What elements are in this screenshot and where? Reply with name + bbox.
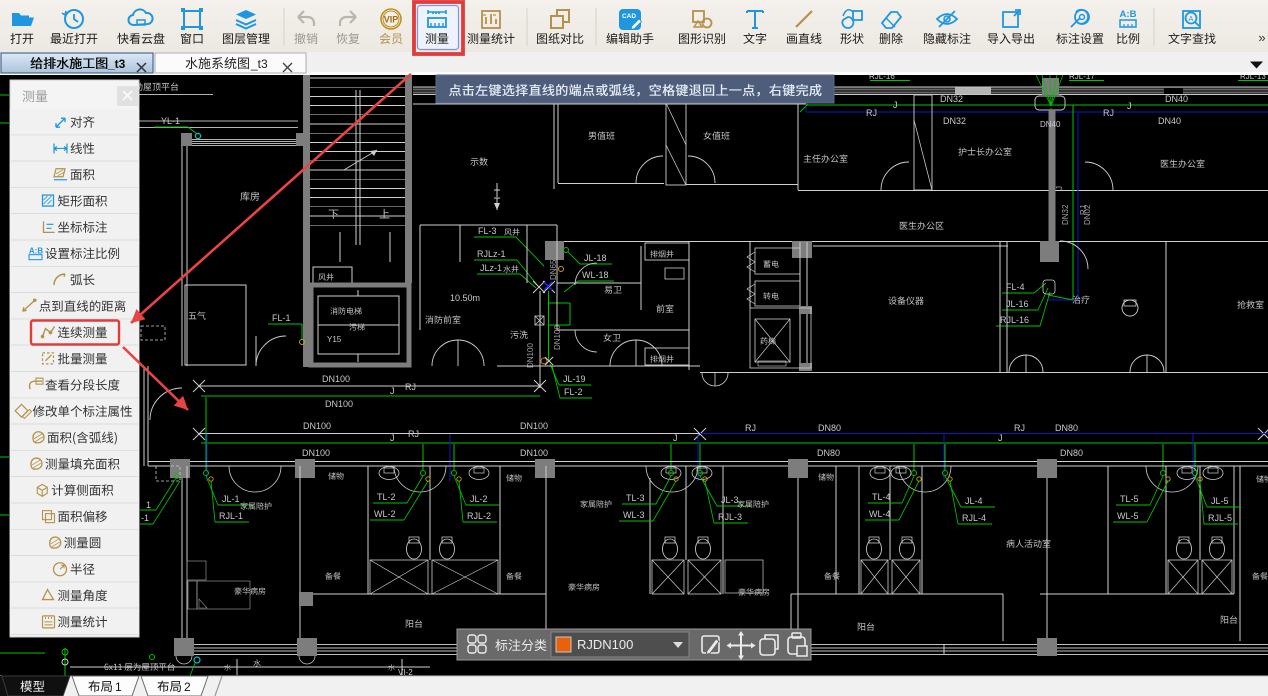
svg-text:DN100: DN100	[325, 399, 353, 409]
svg-text:RJL-3: RJL-3	[718, 512, 742, 522]
svg-text:DN80: DN80	[817, 448, 840, 458]
svg-text:WL-18: WL-18	[582, 270, 609, 280]
svg-text:DN100: DN100	[303, 421, 331, 431]
svg-text:DN02: DN02	[1083, 204, 1092, 225]
svg-text:DN32: DN32	[940, 94, 963, 104]
svg-text:RJLz-1: RJLz-1	[477, 249, 506, 259]
svg-text:TL-4: TL-4	[872, 492, 891, 502]
svg-text:1: 1	[146, 500, 151, 510]
svg-text:DN100: DN100	[302, 448, 330, 458]
svg-text:DN100: DN100	[322, 374, 350, 384]
svg-text:FL-3: FL-3	[478, 226, 497, 236]
svg-text:DN100: DN100	[520, 421, 548, 431]
svg-text:RJ: RJ	[408, 429, 419, 439]
svg-text:VIP: VIP	[384, 15, 399, 25]
svg-text:RJ: RJ	[1014, 423, 1025, 433]
svg-text:WL-5: WL-5	[1117, 511, 1139, 521]
svg-text:RJDN100: RJDN100	[577, 637, 633, 652]
svg-text:Y15: Y15	[327, 335, 342, 344]
svg-text:A:B: A:B	[1120, 9, 1137, 20]
svg-text:FL-2: FL-2	[564, 387, 583, 397]
svg-text:JL-5: JL-5	[1211, 496, 1229, 506]
svg-text:J: J	[673, 433, 678, 443]
svg-text:DN80: DN80	[1060, 448, 1083, 458]
svg-text:TL-3: TL-3	[626, 493, 645, 503]
svg-text:TL-5: TL-5	[1120, 494, 1139, 504]
svg-text:DN32: DN32	[1061, 204, 1070, 225]
svg-text:DN80: DN80	[818, 423, 841, 433]
svg-text:JL-2: JL-2	[470, 494, 488, 504]
svg-text:-1: -1	[141, 513, 149, 523]
svg-text:JL-4: JL-4	[965, 496, 983, 506]
svg-text:A: A	[1189, 16, 1194, 23]
svg-text:DN100: DN100	[526, 343, 535, 368]
svg-text:RJL-2: RJL-2	[467, 511, 491, 521]
svg-text:JL-19: JL-19	[563, 374, 586, 384]
svg-text:2: 2	[184, 680, 191, 694]
svg-text:10.50m: 10.50m	[450, 293, 480, 303]
svg-text:J: J	[893, 100, 898, 110]
svg-text:RJL-5: RJL-5	[1208, 513, 1232, 523]
svg-text:1: 1	[115, 680, 122, 694]
svg-text:J: J	[390, 433, 395, 443]
svg-text:RJ: RJ	[405, 382, 416, 392]
svg-text:J: J	[1127, 101, 1132, 111]
svg-text:_t3: _t3	[107, 57, 126, 71]
svg-text:CAD: CAD	[622, 13, 636, 20]
svg-text:TL-2: TL-2	[377, 492, 396, 502]
svg-text:RJL-16: RJL-16	[1000, 315, 1029, 325]
svg-text:RJL-4: RJL-4	[962, 513, 986, 523]
svg-text:J: J	[390, 386, 395, 396]
svg-text:WL-2: WL-2	[374, 509, 396, 519]
svg-text:DN40: DN40	[1165, 94, 1188, 104]
svg-text:_t3: _t3	[250, 57, 268, 71]
svg-text:J: J	[1055, 186, 1064, 190]
svg-text:JL-18: JL-18	[584, 253, 607, 263]
svg-text:RJ: RJ	[745, 423, 756, 433]
svg-text:RJL-1: RJL-1	[219, 511, 243, 521]
svg-text:FL-4: FL-4	[1006, 282, 1025, 292]
svg-text:JL-1: JL-1	[222, 494, 240, 504]
svg-text:J: J	[998, 433, 1003, 443]
svg-text:DN32: DN32	[943, 116, 966, 126]
svg-text:JL-16: JL-16	[1006, 299, 1029, 309]
svg-text:WL-3: WL-3	[623, 510, 645, 520]
svg-text:DN40: DN40	[1040, 120, 1061, 129]
svg-text:JLz-1: JLz-1	[480, 263, 502, 273]
svg-text:DN80: DN80	[1055, 423, 1078, 433]
svg-text:FL-1: FL-1	[272, 313, 291, 323]
svg-text:DN100: DN100	[520, 448, 548, 458]
svg-text:DN40: DN40	[1158, 116, 1181, 126]
svg-text:RJ: RJ	[1103, 108, 1114, 118]
svg-text:JL-3: JL-3	[721, 495, 739, 505]
svg-text:YL-1: YL-1	[161, 116, 180, 126]
svg-text:»: »	[1258, 30, 1265, 45]
svg-text:RJ: RJ	[866, 108, 877, 118]
svg-text:DN100: DN100	[553, 325, 562, 350]
svg-text:WL-4: WL-4	[869, 509, 891, 519]
